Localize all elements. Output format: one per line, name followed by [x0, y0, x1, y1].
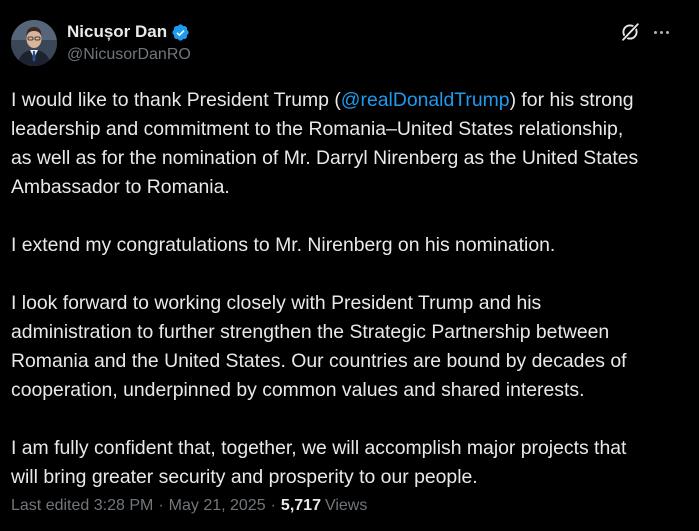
post-paragraph-4: I am fully confident that, together, we …: [11, 434, 691, 492]
verified-badge-icon[interactable]: [171, 23, 190, 42]
grok-icon[interactable]: [619, 21, 641, 43]
author-name-row: Nicușor Dan: [67, 20, 190, 44]
post-paragraph-3: I look forward to working closely with P…: [11, 289, 691, 405]
post-meta: Last edited 3:28 PM · May 21, 2025 · 5,7…: [11, 497, 367, 515]
post-text-segment: I would like to thank President Trump (: [11, 89, 341, 111]
mention-link[interactable]: @realDonaldTrump: [341, 89, 510, 111]
post-paragraph-1: I would like to thank President Trump (@…: [11, 86, 691, 202]
author-display-name[interactable]: Nicușor Dan: [67, 22, 167, 42]
post-text-segment: ) for his strong: [509, 89, 634, 111]
post-text-line: Romania and the United States. Our count…: [11, 350, 627, 372]
post-paragraph-2: I extend my congratulations to Mr. Niren…: [11, 234, 556, 256]
post-text-line: administration to further strengthen the…: [11, 321, 610, 343]
post-text-line: leadership and commitment to the Romania…: [11, 118, 624, 140]
post-text-line: I am fully confident that, together, we …: [11, 437, 627, 459]
views-count: 5,717: [280, 497, 321, 514]
meta-separator: ·: [270, 497, 276, 514]
post-text-line: I look forward to working closely with P…: [11, 292, 542, 314]
post-text-line: as well as for the nomination of Mr. Dar…: [11, 147, 639, 169]
views-label: Views: [324, 497, 368, 514]
more-options-icon[interactable]: [650, 21, 672, 43]
author-handle[interactable]: @NicusorDanRO: [67, 46, 191, 64]
post-text-line: Ambassador to Romania.: [11, 176, 230, 198]
edited-timestamp-link[interactable]: Last edited 3:28 PM: [11, 497, 153, 515]
post-text-line: will bring greater security and prosperi…: [11, 466, 478, 488]
more-dot-icon: [659, 30, 663, 34]
tweet-card: Nicușor Dan @NicusorDanRO I would like t…: [0, 0, 699, 531]
more-dot-icon: [653, 30, 657, 34]
meta-separator: ·: [158, 497, 164, 514]
post-text: I would like to thank President Trump (@…: [11, 86, 691, 521]
post-date-link[interactable]: May 21, 2025: [169, 497, 266, 515]
avatar[interactable]: [11, 20, 57, 66]
post-text-line: cooperation, underpinned by common value…: [11, 379, 585, 401]
more-dot-icon: [665, 30, 669, 34]
avatar-portrait-icon: [11, 20, 57, 66]
